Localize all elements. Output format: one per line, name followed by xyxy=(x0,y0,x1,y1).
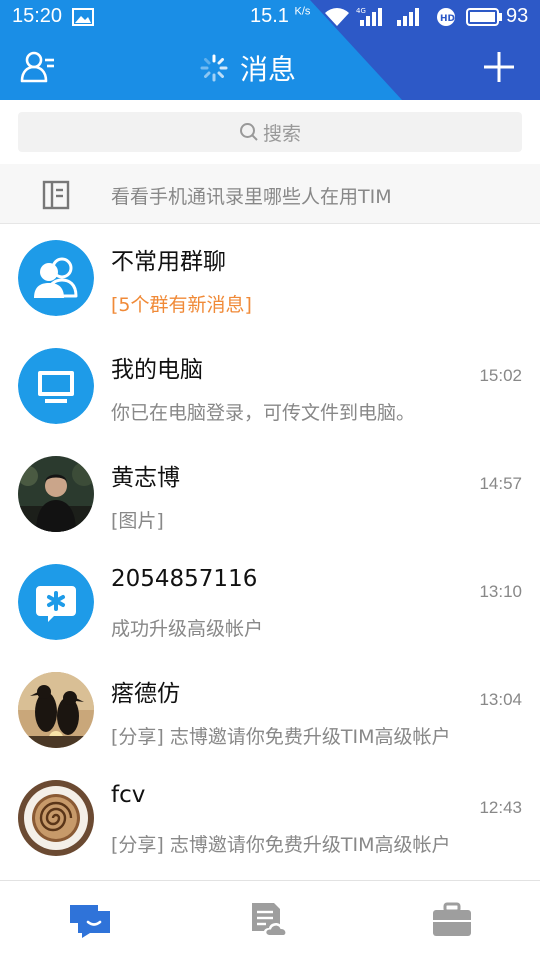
image-notification-icon xyxy=(72,8,94,26)
chat-name: fcv xyxy=(111,782,146,808)
search-area: 搜索 xyxy=(0,100,540,164)
search-placeholder: 搜索 xyxy=(262,122,301,145)
chat-item-my-computer[interactable]: 我的电脑 15:02 你已在电脑登录，可传文件到电脑。 xyxy=(0,332,540,440)
user-photo xyxy=(18,456,94,532)
loading-spinner-icon xyxy=(200,54,228,82)
chat-preview: [图片] xyxy=(111,510,164,532)
contacts-invite-row[interactable]: 看看手机通讯录里哪些人在用TIM xyxy=(0,164,540,224)
avatar xyxy=(18,240,94,316)
nav-title-wrap: 消息 xyxy=(200,48,296,88)
page-title: 消息 xyxy=(240,53,297,86)
chat-name: 我的电脑 xyxy=(111,357,203,383)
chat-preview: [分享] 志博邀请你免费升级TIM高级帐户 xyxy=(111,834,451,856)
chat-name: 不常用群聊 xyxy=(111,249,226,275)
chat-time: 14:57 xyxy=(479,474,522,493)
monitor-icon xyxy=(18,348,94,424)
chat-item-group[interactable]: 不常用群聊 [5个群有新消息] xyxy=(0,224,540,332)
speed-unit: K/s xyxy=(294,5,311,18)
chat-time: 15:02 xyxy=(479,366,522,385)
chat-time: 12:43 xyxy=(479,798,522,817)
chat-list: 不常用群聊 [5个群有新消息] 我的电脑 15:02 你已在电脑登录，可传文件到… xyxy=(0,224,540,872)
chat-time: 13:10 xyxy=(479,582,522,601)
header: 15:20 15.1 K/s 4G HD 93 消息 xyxy=(0,0,540,100)
chat-name: 2054857116 xyxy=(111,566,258,592)
group-icon xyxy=(18,240,94,316)
chat-name: 瘩德仿 xyxy=(111,681,180,707)
wifi-icon xyxy=(325,8,349,26)
tab-docs[interactable] xyxy=(248,901,292,939)
avatar xyxy=(18,672,94,748)
coffee-photo xyxy=(18,780,94,856)
chat-preview: 成功升级高级帐户 xyxy=(111,618,264,640)
chat-name: 黄志博 xyxy=(111,465,180,491)
search-icon xyxy=(239,123,258,141)
svg-text:HD: HD xyxy=(440,14,455,24)
chat-item-contact[interactable]: 瘩德仿 13:04 [分享] 志博邀请你免费升级TIM高级帐户 xyxy=(0,656,540,764)
avatar xyxy=(18,348,94,424)
contacts-button[interactable] xyxy=(20,50,56,84)
battery-icon xyxy=(466,8,502,26)
chat-preview: 你已在电脑登录，可传文件到电脑。 xyxy=(111,402,416,424)
chat-preview: [分享] 志博邀请你免费升级TIM高级帐户 xyxy=(111,726,451,748)
service-icon xyxy=(18,564,94,640)
avatar xyxy=(18,564,94,640)
signal-4g-icon: 4G xyxy=(356,7,382,26)
battery-level: 93 xyxy=(506,5,529,27)
chat-time: 13:04 xyxy=(479,690,522,709)
signal-icon xyxy=(397,8,419,26)
network-speed: 15.1 K/s xyxy=(250,5,311,27)
avatar xyxy=(18,780,94,856)
chat-preview: [5个群有新消息] xyxy=(111,294,252,316)
invite-text: 看看手机通讯录里哪些人在用TIM xyxy=(111,186,392,208)
tab-messages[interactable] xyxy=(68,901,112,939)
address-book-icon xyxy=(42,180,70,210)
search-input[interactable]: 搜索 xyxy=(18,112,522,152)
chat-item-service[interactable]: 2054857116 13:10 成功升级高级帐户 xyxy=(0,548,540,656)
tab-work[interactable] xyxy=(430,901,474,939)
add-button[interactable] xyxy=(482,50,516,84)
status-time: 15:20 xyxy=(12,5,63,27)
nav-bar: 消息 xyxy=(0,34,540,100)
avatar xyxy=(18,456,94,532)
penguins-photo xyxy=(18,672,94,748)
chat-item-contact[interactable]: 黄志博 14:57 [图片] xyxy=(0,440,540,548)
bottom-tab-bar xyxy=(0,880,540,960)
chat-item-contact[interactable]: fcv 12:43 [分享] 志博邀请你免费升级TIM高级帐户 xyxy=(0,764,540,872)
hd-icon: HD xyxy=(437,8,455,26)
network-label: 4G xyxy=(356,7,366,15)
status-bar: 15:20 15.1 K/s 4G HD 93 xyxy=(0,0,540,34)
